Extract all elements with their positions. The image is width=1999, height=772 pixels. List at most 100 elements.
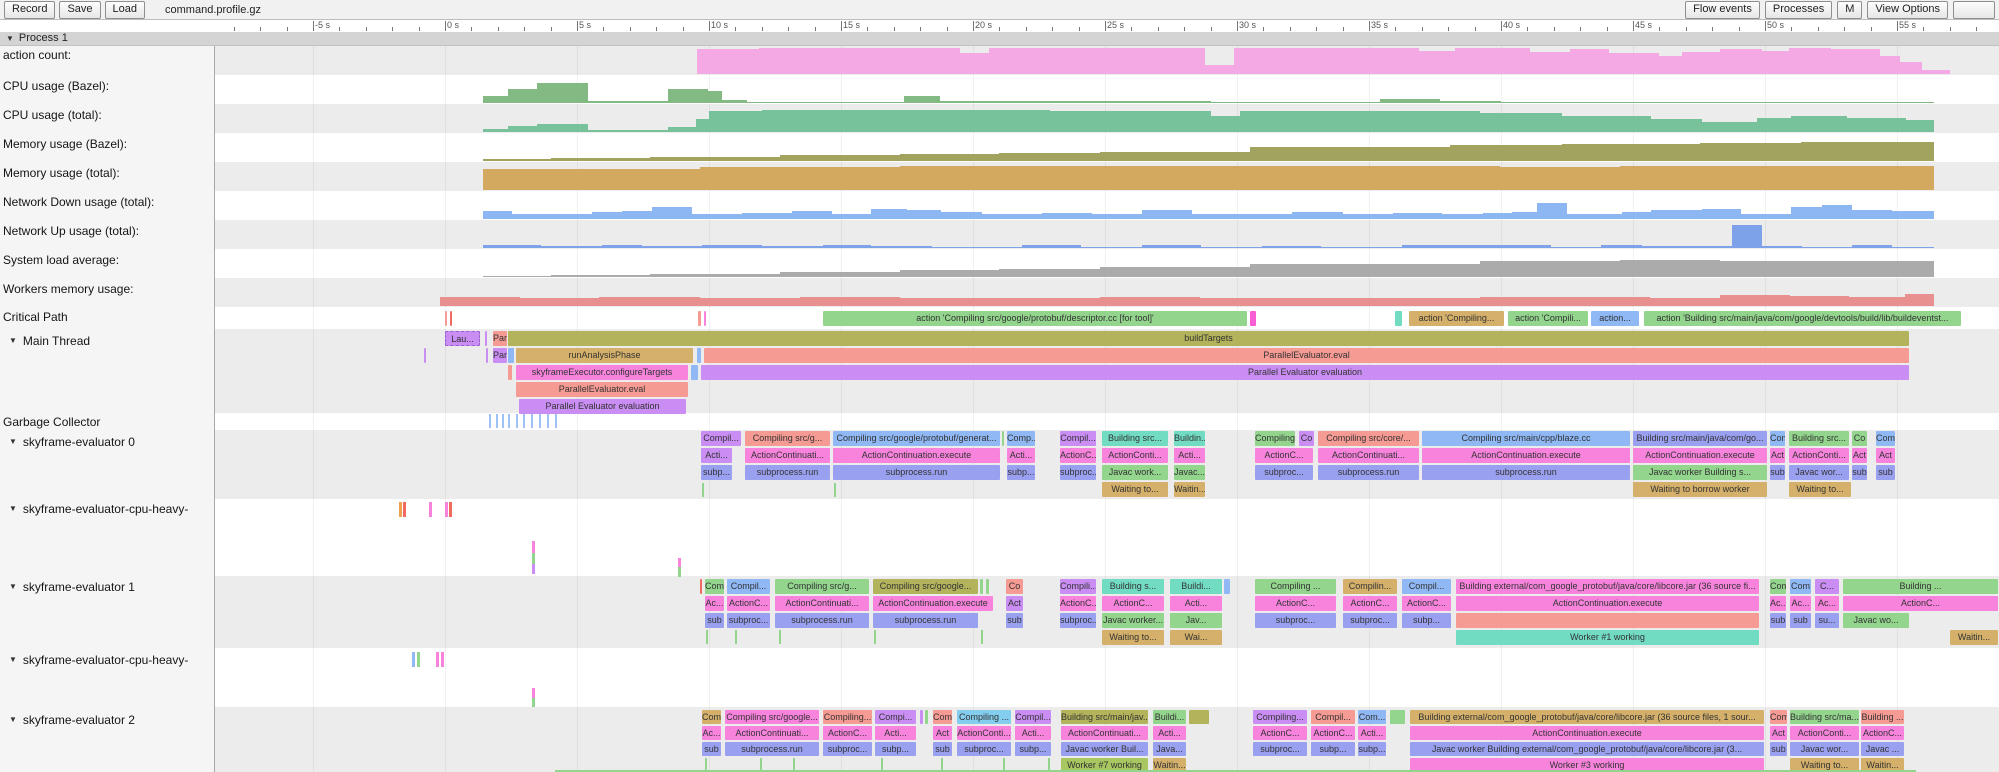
trace-event[interactable]: Acti...: [875, 726, 916, 740]
trace-event[interactable]: Compil...: [701, 431, 741, 446]
trace-event[interactable]: ActionC...: [1253, 726, 1307, 740]
trace-event[interactable]: ActionC...: [1343, 596, 1397, 611]
trace-event[interactable]: [1390, 710, 1405, 724]
trace-event[interactable]: Compiling ...: [1255, 579, 1336, 594]
view-options-button[interactable]: View Options: [1867, 1, 1948, 19]
trace-event[interactable]: Building src...: [1789, 431, 1849, 446]
trace-event[interactable]: subp...: [1311, 742, 1355, 756]
trace-event[interactable]: ActionConti...: [1789, 448, 1849, 463]
trace-event[interactable]: Compil...: [727, 579, 770, 594]
trace-event[interactable]: subp...: [1015, 742, 1051, 756]
trace-event[interactable]: Compil...: [1060, 431, 1096, 446]
trace-event[interactable]: subp...: [1358, 742, 1386, 756]
trace-event[interactable]: action...: [1591, 311, 1639, 326]
flow-events-button[interactable]: Flow events: [1685, 1, 1760, 19]
trace-event[interactable]: subprocess.run: [1318, 465, 1419, 480]
trace-event[interactable]: ActionContinuati...: [745, 448, 830, 463]
trace-event[interactable]: Co: [1852, 431, 1867, 446]
trace-event[interactable]: Act: [933, 726, 952, 740]
trace-event[interactable]: ActionContinuati...: [775, 596, 869, 611]
trace-event[interactable]: subprocess.run: [1422, 465, 1630, 480]
trace-event[interactable]: ActionConti...: [957, 726, 1011, 740]
trace-event[interactable]: Waiting to...: [1789, 482, 1851, 497]
trace-event[interactable]: [925, 710, 928, 724]
m-button[interactable]: M: [1837, 1, 1862, 19]
trace-event[interactable]: Compiling src/g...: [775, 579, 869, 594]
trace-event[interactable]: ActionContinuati...: [725, 726, 819, 740]
trace-event[interactable]: Wai...: [1170, 630, 1222, 645]
trace-event[interactable]: Javac worker...: [1102, 613, 1164, 628]
sidebar-track-main-thread[interactable]: ▼Main Thread: [0, 333, 215, 348]
trace-event[interactable]: Ac...: [1815, 596, 1839, 611]
trace-event[interactable]: Compiling...: [1253, 710, 1307, 724]
trace-event[interactable]: [1250, 311, 1256, 326]
trace-event[interactable]: Compiling src/core/...: [1318, 431, 1419, 446]
trace-event[interactable]: Compil...: [1402, 579, 1451, 594]
trace-event[interactable]: ActionContinuation.execute: [1422, 448, 1630, 463]
trace-event[interactable]: [920, 710, 923, 724]
trace-event[interactable]: Javac worker Building external/com_googl…: [1410, 742, 1764, 756]
trace-event[interactable]: Waitin...: [1174, 482, 1205, 497]
trace-event[interactable]: subproc...: [1060, 613, 1096, 628]
time-ruler[interactable]: -5 s0 s5 s10 s15 s20 s25 s30 s35 s40 s45…: [0, 20, 1999, 32]
trace-event[interactable]: Comp...: [1007, 431, 1035, 446]
trace-event[interactable]: ParallelEvaluator.eval: [704, 348, 1909, 363]
trace-event[interactable]: ActionContinuati...: [1061, 726, 1148, 740]
trace-event[interactable]: Compiling ...: [957, 710, 1011, 724]
trace-event[interactable]: [486, 348, 488, 363]
trace-event[interactable]: skyframeExecutor.configureTargets: [516, 365, 688, 380]
sidebar-track-skyframe-evaluator-1[interactable]: ▼skyframe-evaluator 1: [0, 579, 215, 594]
trace-event[interactable]: [450, 311, 452, 326]
trace-event[interactable]: action 'Compili...: [1508, 311, 1588, 326]
trace-event[interactable]: action 'Building src/main/java/com/googl…: [1644, 311, 1961, 326]
trace-event[interactable]: Building external/com_google_protobuf/ja…: [1410, 710, 1764, 724]
trace-event[interactable]: Javac worker Buil...: [1061, 742, 1148, 756]
sidebar-track-skyframe-evaluator-2[interactable]: ▼skyframe-evaluator 2: [0, 712, 215, 727]
trace-event[interactable]: Javac...: [1174, 465, 1205, 480]
trace-event[interactable]: Worker #1 working: [1456, 630, 1759, 645]
trace-event[interactable]: Par: [493, 348, 507, 363]
trace-event[interactable]: [508, 348, 514, 363]
trace-event[interactable]: [424, 348, 426, 363]
trace-event[interactable]: [697, 348, 701, 363]
trace-event[interactable]: Compiling src/g...: [745, 431, 830, 446]
trace-event[interactable]: Parallel Evaluator evaluation: [519, 399, 686, 414]
trace-event[interactable]: Building external/com_google_protobuf/ja…: [1456, 579, 1759, 594]
trace-event[interactable]: subproc...: [1255, 465, 1313, 480]
trace-event[interactable]: Building s...: [1102, 579, 1164, 594]
trace-event[interactable]: sub: [1006, 613, 1023, 628]
trace-event[interactable]: [1456, 613, 1759, 628]
trace-event[interactable]: Building src/main/jav...: [1061, 710, 1148, 724]
trace-event[interactable]: ActionC...: [1843, 596, 1998, 611]
trace-event[interactable]: Lau...: [445, 331, 480, 346]
trace-event[interactable]: [691, 365, 698, 380]
trace-event[interactable]: subp...: [1402, 613, 1451, 628]
trace-event[interactable]: [980, 579, 983, 594]
trace-event[interactable]: Compi...: [875, 710, 916, 724]
trace-event[interactable]: subprocess.run: [873, 613, 978, 628]
trace-event[interactable]: ActionC...: [1060, 596, 1096, 611]
trace-event[interactable]: ActionConti...: [1790, 726, 1859, 740]
trace-event[interactable]: ActionC...: [1255, 448, 1313, 463]
trace-event[interactable]: Jav...: [1170, 613, 1222, 628]
trace-event[interactable]: subprocess.run: [745, 465, 830, 480]
trace-event[interactable]: action 'Compiling...: [1409, 311, 1504, 326]
trace-event[interactable]: subprocess.run: [725, 742, 819, 756]
trace-event[interactable]: ActionC...: [727, 596, 770, 611]
trace-event[interactable]: Act: [1876, 448, 1895, 463]
trace-event[interactable]: ActionConti...: [1102, 448, 1168, 463]
trace-event[interactable]: subproc...: [1253, 742, 1307, 756]
trace-event[interactable]: ActionC...: [1102, 596, 1164, 611]
trace-event[interactable]: Compiling src/main/cpp/blaze.cc: [1422, 431, 1630, 446]
trace-event[interactable]: Java...: [1153, 742, 1186, 756]
trace-event[interactable]: sub: [1770, 613, 1786, 628]
trace-event[interactable]: Buildin...: [1174, 431, 1205, 446]
trace-event[interactable]: ActionContinuati...: [1318, 448, 1419, 463]
trace-event[interactable]: [445, 311, 447, 326]
trace-event[interactable]: sub: [702, 742, 721, 756]
trace-event[interactable]: [700, 579, 702, 594]
trace-event[interactable]: Co: [1299, 431, 1314, 446]
trace-event[interactable]: sub: [1770, 742, 1787, 756]
trace-event[interactable]: subproc...: [727, 613, 770, 628]
trace-event[interactable]: Parallel Evaluator evaluation: [701, 365, 1909, 380]
